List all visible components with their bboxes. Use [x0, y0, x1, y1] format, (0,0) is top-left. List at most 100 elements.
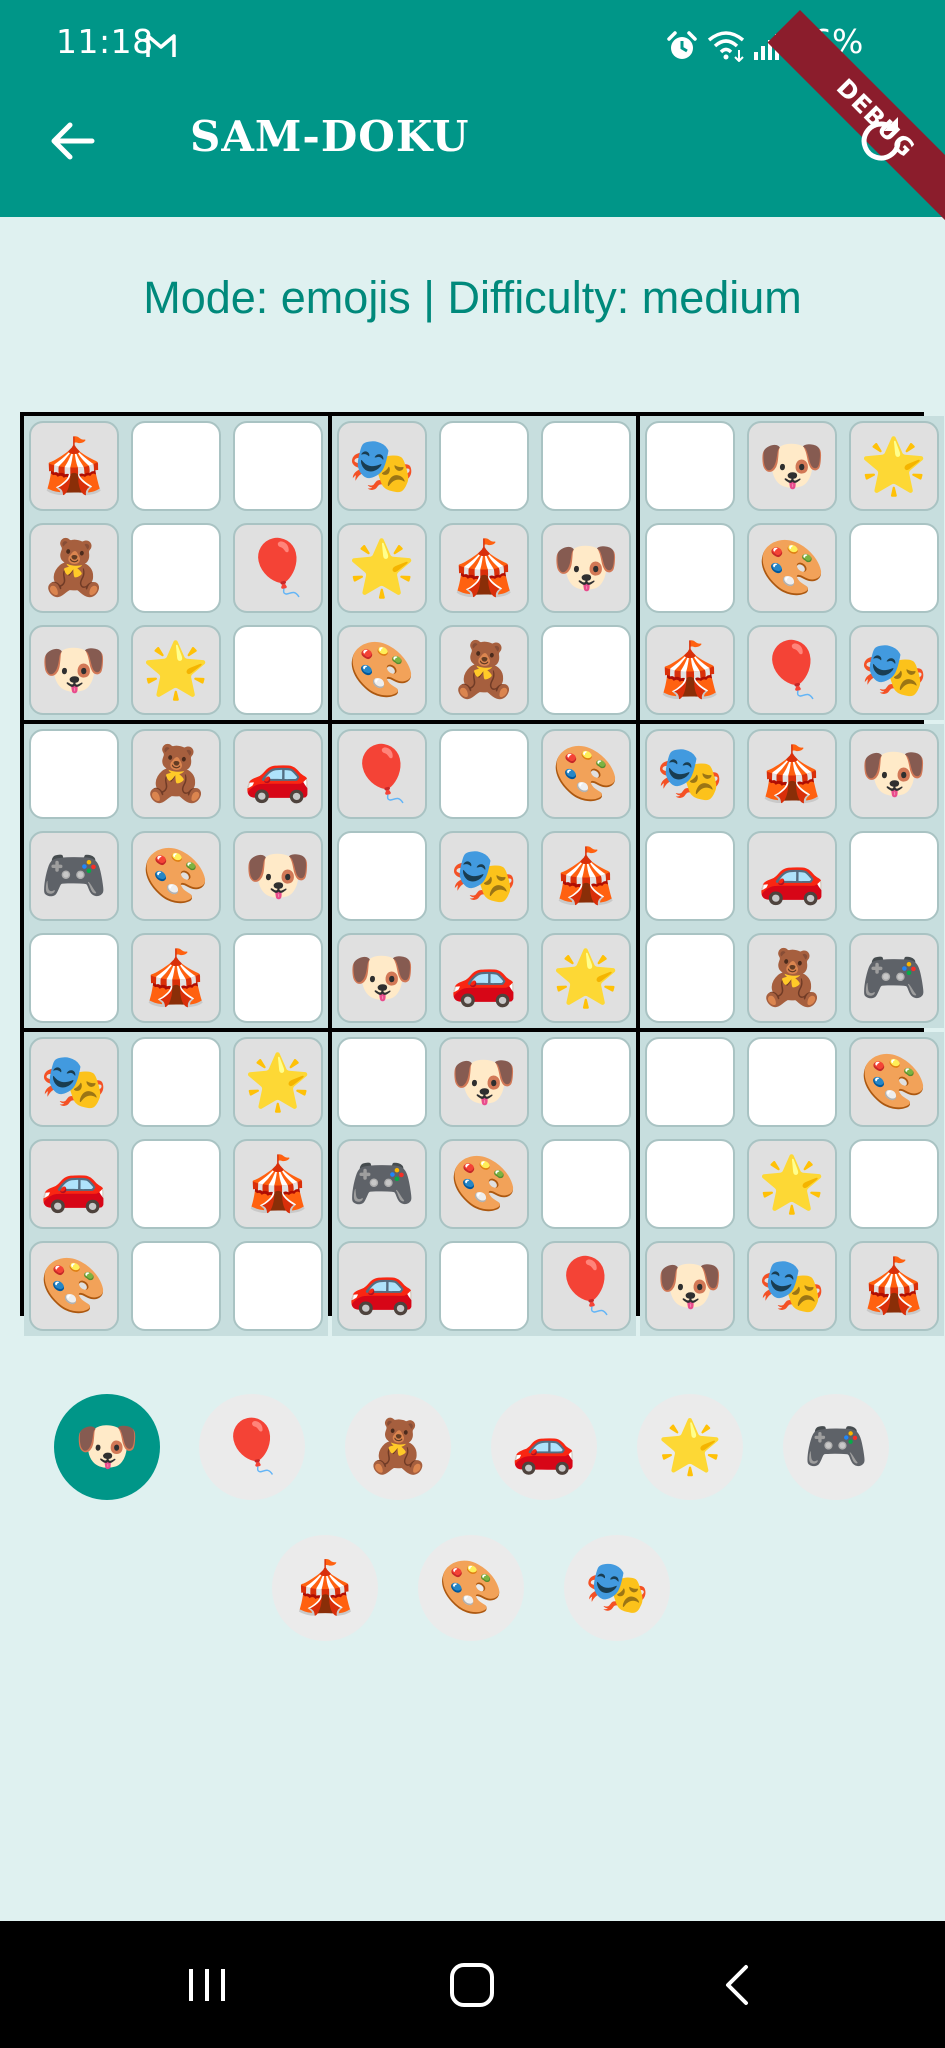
status-time: 11:18: [56, 22, 154, 61]
board-cell-empty[interactable]: [131, 1037, 221, 1127]
mode-difficulty-label: Mode: emojis | Difficulty: medium: [143, 272, 802, 323]
board-cell-empty[interactable]: [849, 831, 939, 921]
palette-balloon-button[interactable]: 🎈: [199, 1394, 305, 1500]
app-header: 11:18 46% DEBUG SAM-DOKU: [0, 0, 945, 227]
board-cell-given: 🎪: [233, 1139, 323, 1229]
board-cell-given: 🚗: [747, 831, 837, 921]
board-cell-given: 🌟: [541, 933, 631, 1023]
board-cell-given: 🐶: [747, 421, 837, 511]
refresh-icon[interactable]: [854, 113, 910, 169]
board-cell-empty[interactable]: [645, 1037, 735, 1127]
board-cell-given: 🎪: [541, 831, 631, 921]
board-cell-given: 🧸: [439, 625, 529, 715]
board-cell-given: 🎭: [747, 1241, 837, 1331]
board-cell-given: 🎭: [29, 1037, 119, 1127]
back-arrow-icon[interactable]: [44, 113, 100, 169]
board-cell-empty[interactable]: [131, 421, 221, 511]
board-cell-empty[interactable]: [337, 831, 427, 921]
palette-star-button[interactable]: 🌟: [637, 1394, 743, 1500]
board-cell-given: 🚗: [233, 729, 323, 819]
board-cell-given: 🌟: [131, 625, 221, 715]
board-cell-given: 🧸: [131, 729, 221, 819]
wifi-icon: [707, 31, 745, 62]
palette-performing-arts-button[interactable]: 🎭: [564, 1535, 670, 1641]
board-cell-given: 🎪: [747, 729, 837, 819]
board-cell-empty[interactable]: [131, 523, 221, 613]
board-cell-given: 🎨: [337, 625, 427, 715]
board-cell-empty[interactable]: [849, 523, 939, 613]
board-cell-empty[interactable]: [233, 1241, 323, 1331]
board-cell-given: 🎨: [29, 1241, 119, 1331]
board-cell-given: 🎪: [645, 625, 735, 715]
board-cell-given: 🎭: [439, 831, 529, 921]
board-cell-empty[interactable]: [645, 831, 735, 921]
sudoku-board: 🎪 🎭 🐶 🌟 🧸 🎈 🌟 🎪 🐶 🎨 🐶 🌟 🎨 🧸 🎪 🎈 🎭 🧸 🚗 🎈 🎨 🎭 🎪 🐶 🎮 🎨 🐶 🎭 🎪 🚗 🎪 🐶 🚗 🌟 🧸 🎮 🎭 🌟 🐶 🎨…: [20, 412, 944, 1336]
board-cell-empty[interactable]: [29, 933, 119, 1023]
board-cell-given: 🐶: [645, 1241, 735, 1331]
board-cell-given: 🎈: [541, 1241, 631, 1331]
board-cell-empty[interactable]: [645, 933, 735, 1023]
board-cell-empty[interactable]: [337, 1037, 427, 1127]
board-cell-given: 🧸: [747, 933, 837, 1023]
board-cell-given: 🧸: [29, 523, 119, 613]
board-cell-empty[interactable]: [645, 421, 735, 511]
board-cell-empty[interactable]: [233, 625, 323, 715]
board-cell-empty[interactable]: [747, 1037, 837, 1127]
board-cell-empty[interactable]: [131, 1241, 221, 1331]
system-nav-bar: [0, 1921, 945, 2048]
board-cell-given: 🎪: [439, 523, 529, 613]
recent-apps-icon[interactable]: [183, 1961, 231, 2009]
board-cell-given: 🎮: [29, 831, 119, 921]
board-cell-given: 🐶: [337, 933, 427, 1023]
board-cell-empty[interactable]: [849, 1139, 939, 1229]
board-cell-empty[interactable]: [131, 1139, 221, 1229]
board-cell-given: 🐶: [233, 831, 323, 921]
board-cell-empty[interactable]: [541, 1139, 631, 1229]
board-cell-given: 🚗: [337, 1241, 427, 1331]
board-cell-empty[interactable]: [233, 421, 323, 511]
board-cell-given: 🎭: [645, 729, 735, 819]
board-cell-empty[interactable]: [439, 729, 529, 819]
board-cell-given: 🎭: [849, 625, 939, 715]
board-cell-empty[interactable]: [541, 421, 631, 511]
palette-teddy-bear-button[interactable]: 🧸: [345, 1394, 451, 1500]
board-cell-given: 🎈: [747, 625, 837, 715]
board-cell-given: 🎪: [29, 421, 119, 511]
board-cell-given: 🎮: [849, 933, 939, 1023]
palette-game-controller-button[interactable]: 🎮: [783, 1394, 889, 1500]
board-cell-empty[interactable]: [541, 1037, 631, 1127]
board-cell-given: 🌟: [337, 523, 427, 613]
board-cell-given: 🎨: [131, 831, 221, 921]
board-cell-empty[interactable]: [439, 421, 529, 511]
board-cell-given: 🚗: [29, 1139, 119, 1229]
board-cell-given: 🌟: [747, 1139, 837, 1229]
board-cell-empty[interactable]: [645, 523, 735, 613]
board-cell-given: 🎮: [337, 1139, 427, 1229]
board-cell-empty[interactable]: [541, 625, 631, 715]
board-cell-given: 🌟: [233, 1037, 323, 1127]
board-cell-empty[interactable]: [233, 933, 323, 1023]
alarm-icon: [667, 31, 697, 59]
palette-circus-tent-button[interactable]: 🎪: [272, 1535, 378, 1641]
board-cell-given: 🐶: [439, 1037, 529, 1127]
board-cell-given: 🐶: [29, 625, 119, 715]
board-cell-empty[interactable]: [439, 1241, 529, 1331]
board-cell-given: 🎨: [849, 1037, 939, 1127]
board-cell-given: 🎪: [849, 1241, 939, 1331]
board-cell-given: 🎨: [541, 729, 631, 819]
board-cell-given: 🚗: [439, 933, 529, 1023]
palette-palette-button[interactable]: 🎨: [418, 1535, 524, 1641]
nav-back-icon[interactable]: [714, 1961, 762, 2009]
palette-car-button[interactable]: 🚗: [491, 1394, 597, 1500]
board-cell-empty[interactable]: [29, 729, 119, 819]
board-cell-empty[interactable]: [645, 1139, 735, 1229]
board-cell-given: 🌟: [849, 421, 939, 511]
board-cell-given: 🎭: [337, 421, 427, 511]
board-cell-given: 🎨: [439, 1139, 529, 1229]
board-cell-given: 🎈: [337, 729, 427, 819]
palette-dog-button[interactable]: 🐶: [54, 1394, 160, 1500]
board-cell-given: 🎪: [131, 933, 221, 1023]
gmail-icon: [146, 34, 176, 57]
board-cell-given: 🎨: [747, 523, 837, 613]
home-icon[interactable]: [448, 1961, 496, 2009]
